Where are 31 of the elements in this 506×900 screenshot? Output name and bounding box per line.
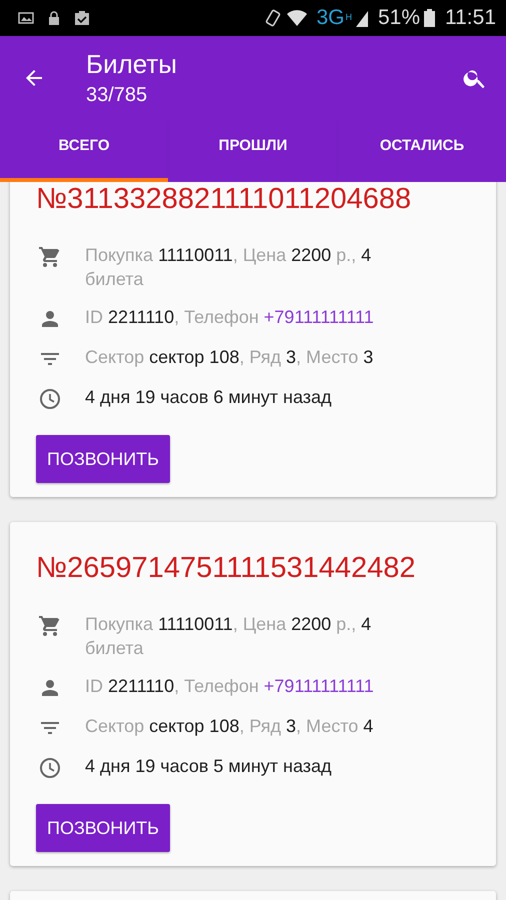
detail-text: 4 дня 19 часов 5 минут назад: [85, 755, 333, 778]
call-button[interactable]: ПОЗВОНИТЬ: [36, 435, 170, 483]
detail-text: Сектор сектор 108, Ряд 3, Место 4: [85, 715, 374, 738]
clipboard-check-icon: [74, 10, 90, 26]
battery-icon: [424, 9, 435, 27]
ticket-number: №2659714751111531442482: [36, 551, 416, 586]
signal-icon: [356, 9, 368, 27]
rotate-phone-icon: [264, 9, 282, 27]
cart-icon: [38, 614, 62, 638]
ticket-count: 33/785: [86, 83, 148, 108]
clock-icon: [38, 387, 62, 411]
image-icon: [18, 10, 34, 26]
detail-text: Покупка 11110011, Цена 2200 р., 4 билета: [85, 244, 372, 291]
call-button[interactable]: ПОЗВОНИТЬ: [36, 804, 170, 852]
lock-icon: [48, 10, 60, 26]
phone-link[interactable]: +79111111111: [264, 676, 374, 696]
clock-time: 11:51: [445, 6, 496, 30]
detail-text: ID 2211110, Телефон +79111111111: [85, 675, 375, 698]
detail-text: ID 2211110, Телефон +79111111111: [85, 306, 375, 329]
battery-percent: 51%: [378, 6, 420, 30]
phone-link[interactable]: +79111111111: [264, 307, 374, 327]
detail-text: Покупка 11110011, Цена 2200 р., 4 билета: [85, 613, 372, 660]
ticket-number: №3113328821111011204688: [36, 182, 412, 217]
detail-text: Сектор сектор 108, Ряд 3, Место 3: [85, 346, 374, 369]
cart-icon: [38, 245, 62, 269]
screen-title: Билеты: [86, 48, 178, 80]
network-subtype: H: [345, 12, 352, 22]
network-type: 3G: [316, 6, 344, 30]
wifi-icon: [286, 9, 308, 27]
clock-icon: [38, 756, 62, 780]
detail-text: 4 дня 19 часов 6 минут назад: [85, 386, 333, 409]
